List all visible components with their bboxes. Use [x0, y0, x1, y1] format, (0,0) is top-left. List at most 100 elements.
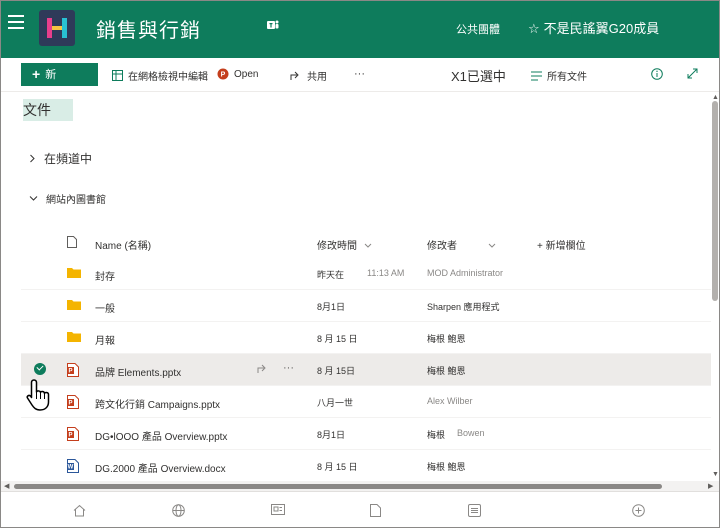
svg-text:P: P: [68, 369, 72, 375]
new-button[interactable]: + 新: [21, 63, 98, 86]
group-site-library[interactable]: 網站內圖書館: [29, 191, 106, 206]
powerpoint-icon: P: [217, 68, 229, 80]
row-modified-by[interactable]: 梅根 鮑恩: [427, 332, 466, 345]
share-icon: [290, 71, 299, 80]
row-name[interactable]: 封存: [95, 268, 115, 283]
selection-count[interactable]: X1已選中: [451, 66, 506, 85]
chevron-right-icon: [30, 154, 35, 163]
open-button[interactable]: P Open: [217, 68, 258, 80]
share-icon[interactable]: [257, 363, 269, 374]
info-icon[interactable]: [651, 68, 663, 80]
bottom-app-bar: [1, 491, 719, 527]
grid-icon: [112, 70, 123, 81]
column-modified-label: 修改時間: [317, 241, 357, 252]
scroll-right-arrow[interactable]: ▶: [708, 482, 713, 490]
chevron-down-icon: [29, 196, 38, 201]
row-modified-by[interactable]: 梅根 鮑恩: [427, 460, 466, 473]
word-file-icon: W: [67, 459, 79, 473]
site-logo-icon: [47, 18, 67, 38]
row-modified: 8 月 15 日: [317, 334, 358, 344]
powerpoint-file-icon: P: [67, 363, 79, 377]
scroll-left-arrow[interactable]: ◀: [4, 482, 9, 490]
row-modified-by[interactable]: Sharpen 應用程式: [427, 300, 500, 313]
row-time: 11:13 AM: [367, 268, 405, 278]
home-icon[interactable]: [73, 504, 86, 517]
view-label: 所有文件: [547, 72, 587, 83]
row-name[interactable]: DG•lOOO 產品 Overview.pptx: [95, 428, 227, 443]
list-view-icon: [531, 71, 542, 80]
document-icon[interactable]: [370, 504, 381, 517]
row-name[interactable]: 跨文化行銷 Campaigns.pptx: [95, 396, 220, 411]
scroll-down-arrow[interactable]: ▼: [712, 471, 719, 478]
column-modified-by[interactable]: 修改者: [427, 237, 496, 252]
group-in-channel-label: 在頻道中: [44, 152, 93, 166]
globe-icon[interactable]: [172, 504, 185, 517]
table-row[interactable]: 封存 昨天在 11:13 AM MOD Administrator: [21, 258, 711, 290]
edit-grid-label: 在網格檢視中編輯: [128, 72, 208, 83]
lists-icon[interactable]: [468, 504, 481, 517]
row-name[interactable]: 品牌 Elements.pptx: [95, 364, 181, 379]
row-modified-by[interactable]: MOD Administrator: [427, 268, 503, 278]
column-modified[interactable]: 修改時間: [317, 237, 372, 252]
plus-icon: +: [32, 66, 41, 82]
svg-text:W: W: [68, 465, 74, 471]
row-modified-by-surname: Bowen: [457, 428, 485, 438]
column-modified-by-label: 修改者: [427, 241, 457, 252]
row-modified: 8月1日: [317, 430, 346, 440]
table-row[interactable]: 月報 8 月 15 日 梅根 鮑恩: [21, 322, 711, 354]
powerpoint-file-icon: P: [67, 427, 79, 441]
expand-icon[interactable]: [687, 68, 698, 79]
folder-icon: [67, 300, 81, 310]
news-icon[interactable]: [271, 504, 285, 515]
more-actions-button[interactable]: ···: [283, 362, 294, 374]
edit-grid-button[interactable]: 在網格檢視中編輯: [112, 68, 208, 83]
add-column-button[interactable]: + 新增欄位: [537, 237, 586, 252]
follow-button[interactable]: ☆ 不是民謠翼G20成員: [528, 18, 659, 37]
scroll-up-arrow[interactable]: ▲: [712, 94, 719, 101]
svg-text:P: P: [68, 401, 72, 407]
app-window: 銷售與行銷 公共團體 ☆ 不是民謠翼G20成員 + 新 在網格檢視中編輯 P O…: [0, 0, 720, 528]
site-title[interactable]: 銷售與行銷: [96, 14, 201, 43]
table-row-selected[interactable]: P 品牌 Elements.pptx ··· 8 月 15日 梅根 鮑恩: [21, 354, 711, 386]
row-name[interactable]: 一般: [95, 300, 115, 315]
hand-cursor-icon: [26, 379, 50, 411]
row-modified: 昨天在: [317, 270, 345, 280]
table-row[interactable]: W DG.2000 產品 Overview.docx 8 月 15 日 梅根 鮑…: [21, 450, 711, 482]
column-header-row: Name (名稱) 修改時間 修改者 + 新增欄位: [21, 231, 711, 255]
row-name[interactable]: DG.2000 產品 Overview.docx: [95, 460, 226, 475]
table-row[interactable]: 一般 8月1日 Sharpen 應用程式: [21, 290, 711, 322]
vertical-scrollbar-thumb[interactable]: [712, 101, 718, 301]
row-modified-by[interactable]: Alex Wilber: [427, 396, 473, 406]
row-name[interactable]: 月報: [95, 332, 115, 347]
view-selector[interactable]: 所有文件: [531, 68, 587, 83]
table-row[interactable]: P 跨文化行銷 Campaigns.pptx 八月一世 Alex Wilber: [21, 386, 711, 418]
row-modified: 8月1日: [317, 302, 346, 312]
row-modified: 8 月 15 日: [317, 462, 358, 472]
row-modified: 8 月 15日: [317, 366, 356, 376]
row-checkbox[interactable]: [34, 363, 46, 375]
add-icon[interactable]: [632, 504, 645, 517]
new-label: 新: [45, 69, 57, 81]
column-name[interactable]: Name (名稱): [95, 237, 151, 252]
site-logo[interactable]: [39, 10, 75, 46]
folder-icon: [67, 268, 81, 278]
group-in-channel[interactable]: 在頻道中: [29, 150, 92, 167]
open-label: Open: [234, 68, 259, 80]
horizontal-scrollbar-thumb[interactable]: [14, 484, 662, 489]
powerpoint-file-icon: P: [67, 395, 79, 409]
group-site-library-label: 網站內圖書館: [46, 195, 106, 206]
row-modified: 八月一世: [317, 398, 354, 408]
hamburger-menu-icon[interactable]: [8, 15, 24, 29]
more-commands-button[interactable]: ···: [354, 68, 365, 80]
row-modified-by[interactable]: 梅根: [427, 428, 445, 441]
share-button[interactable]: 共用: [290, 68, 327, 83]
command-bar: + 新 在網格檢視中編輯 P Open 共用 ··· X1已選中 所有文件: [1, 58, 719, 92]
svg-text:P: P: [221, 72, 226, 79]
site-header: 銷售與行銷 公共團體 ☆ 不是民謠翼G20成員: [1, 1, 719, 58]
page-title: 文件: [23, 99, 73, 121]
file-type-icon[interactable]: [67, 236, 77, 248]
star-icon: ☆: [528, 21, 540, 36]
teams-icon[interactable]: [267, 19, 279, 31]
table-row[interactable]: P DG•lOOO 產品 Overview.pptx 8月1日 梅根 Bowen: [21, 418, 711, 450]
row-modified-by[interactable]: 梅根 鮑恩: [427, 364, 466, 377]
